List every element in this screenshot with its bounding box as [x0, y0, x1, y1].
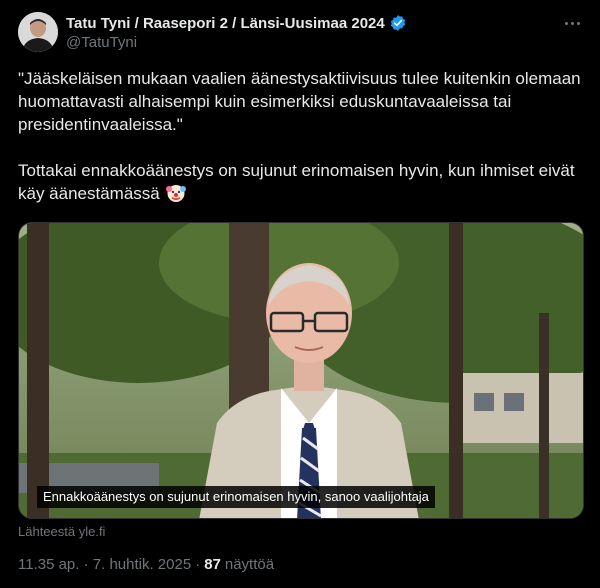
clown-face-emoji-icon	[166, 183, 187, 203]
more-options-icon[interactable]	[560, 11, 584, 35]
tweet-timestamp[interactable]: 11.35 ap. · 7. huhtik. 2025	[18, 556, 191, 573]
tweet-text: "Jääskeläisen mukaan vaalien äänestysakt…	[18, 67, 584, 205]
media-caption: Ennakkoäänestys on sujunut erinomaisen h…	[37, 486, 435, 508]
views-label: näyttöä	[224, 556, 275, 573]
verified-badge-icon[interactable]	[389, 14, 407, 32]
views-count[interactable]: 87	[204, 556, 221, 573]
media-photo-illustration	[19, 223, 583, 518]
tweet-paragraph-comment-text: Tottakai ennakkoäänestys on sujunut erin…	[18, 161, 575, 203]
tweet-meta: 11.35 ap. · 7. huhtik. 2025 · 87 näyttöä	[18, 556, 274, 573]
author-name-row[interactable]: Tatu Tyni / Raasepori 2 / Länsi-Uusimaa …	[66, 13, 407, 33]
author-handle[interactable]: @TatuTyni	[66, 34, 137, 51]
tweet-paragraph-comment: Tottakai ennakkoäänestys on sujunut erin…	[18, 159, 584, 205]
tweet-paragraph-quote: "Jääskeläisen mukaan vaalien äänestysakt…	[18, 69, 581, 134]
avatar[interactable]	[18, 12, 58, 52]
tweet: Tatu Tyni / Raasepori 2 / Länsi-Uusimaa …	[0, 0, 600, 588]
media-image[interactable]: Ennakkoäänestys on sujunut erinomaisen h…	[18, 222, 584, 519]
meta-separator: ·	[195, 556, 201, 573]
media-source-link[interactable]: Lähteestä yle.fi	[18, 524, 105, 539]
author-display-name[interactable]: Tatu Tyni / Raasepori 2 / Länsi-Uusimaa …	[66, 15, 385, 32]
